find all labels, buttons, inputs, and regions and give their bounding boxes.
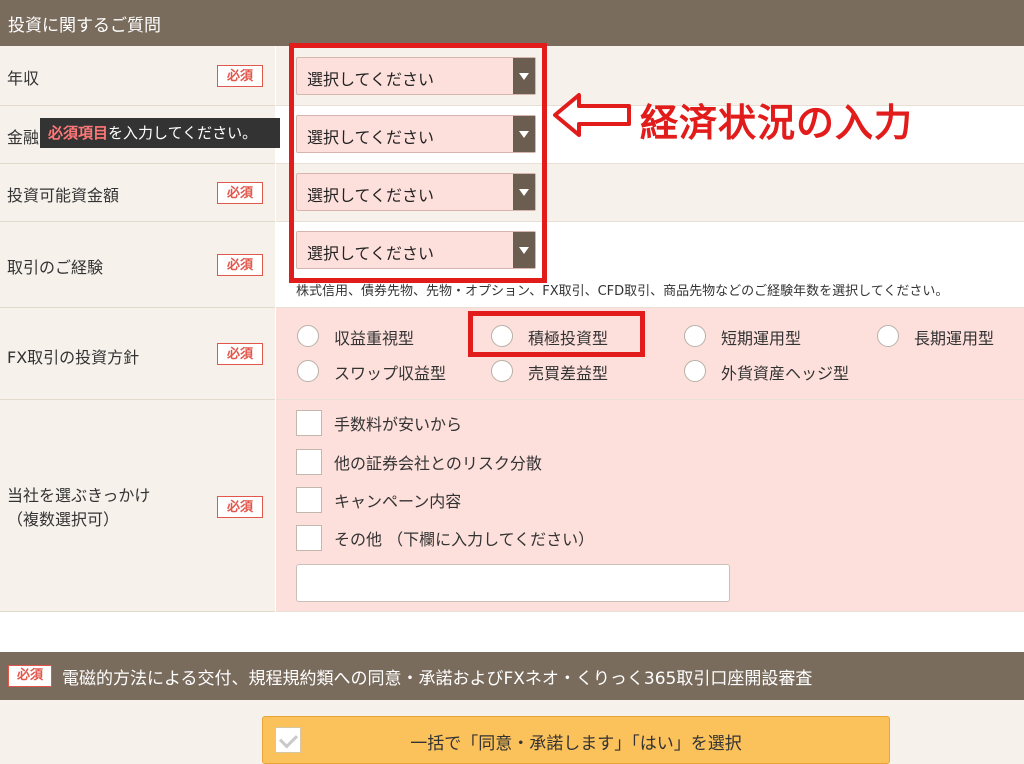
row-label-experience: 取引のご経験 必須	[0, 222, 275, 308]
highlight-box-selects	[289, 43, 547, 283]
income-label: 年収	[7, 69, 40, 88]
required-badge: 必須	[217, 254, 263, 276]
required-badge: 必須	[217, 182, 263, 204]
policy-radio-swap[interactable]	[297, 360, 319, 382]
reason-label: 当社を選ぶきっかけ	[7, 486, 151, 505]
row-label-investable: 投資可能資金額 必須	[0, 164, 275, 222]
policy-label: FX取引の投資方針	[7, 348, 140, 367]
radio-label: 長期運用型	[914, 329, 995, 348]
checkbox-label: キャンペーン内容	[334, 492, 462, 511]
row-label-policy: FX取引の投資方針 必須	[0, 308, 275, 400]
section-title: 投資に関するご質問	[8, 16, 161, 36]
agreement-header: 必須 電磁的方法による交付、規程規約類への同意・承諾およびFXネオ・くりっく36…	[0, 652, 1024, 700]
highlight-box-aggressive	[468, 311, 645, 357]
required-badge: 必須	[217, 343, 263, 365]
policy-radio-short-term[interactable]	[684, 325, 706, 347]
other-reason-input[interactable]	[296, 564, 730, 602]
reason-sublabel: （複数選択可）	[7, 510, 120, 529]
required-tooltip: 必須項目を入力してください。	[40, 118, 280, 148]
policy-radio-long-term[interactable]	[877, 325, 899, 347]
radio-label: 売買差益型	[528, 364, 609, 383]
policy-radio-trading-gains[interactable]	[491, 360, 513, 382]
row-label-reason: 当社を選ぶきっかけ （複数選択可） 必須	[0, 400, 275, 612]
reason-checkbox-risk[interactable]	[296, 449, 322, 475]
row-label-income: 年収 必須	[0, 46, 275, 106]
tooltip-text: を入力してください。	[108, 124, 258, 142]
radio-label: 外貨資産ヘッジ型	[721, 364, 850, 383]
required-badge: 必須	[8, 665, 52, 687]
checkbox-label: その他 （下欄に入力してください）	[334, 530, 595, 549]
arrow-left-icon	[553, 93, 631, 137]
financial-label: 金融	[7, 128, 40, 147]
field-bg-policy	[276, 308, 1024, 400]
reason-checkbox-other[interactable]	[296, 525, 322, 551]
policy-radio-income[interactable]	[297, 325, 319, 347]
tooltip-highlight: 必須項目	[48, 124, 109, 142]
agree-all-button[interactable]: 一括で「同意・承諾します」「はい」を選択	[262, 716, 890, 764]
required-badge: 必須	[217, 496, 263, 518]
reason-checkbox-campaign[interactable]	[296, 487, 322, 513]
radio-label: 短期運用型	[721, 329, 802, 348]
section-header: 投資に関するご質問	[0, 0, 1024, 46]
policy-radio-hedge[interactable]	[684, 360, 706, 382]
reason-checkbox-fees[interactable]	[296, 410, 322, 436]
annotation-text: 経済状況の入力	[640, 101, 914, 145]
agree-all-label: 一括で「同意・承諾します」「はい」を選択	[410, 734, 742, 754]
agreement-title: 電磁的方法による交付、規程規約類への同意・承諾およびFXネオ・くりっく365取引…	[62, 669, 813, 689]
required-badge: 必須	[217, 65, 263, 87]
radio-label: スワップ収益型	[334, 364, 447, 383]
checkbox-label: 手数料が安いから	[334, 415, 463, 434]
radio-label: 収益重視型	[334, 329, 415, 348]
investable-label: 投資可能資金額	[7, 186, 120, 205]
experience-label: 取引のご経験	[7, 258, 104, 277]
checkbox-label: 他の証券会社とのリスク分散	[334, 454, 542, 473]
